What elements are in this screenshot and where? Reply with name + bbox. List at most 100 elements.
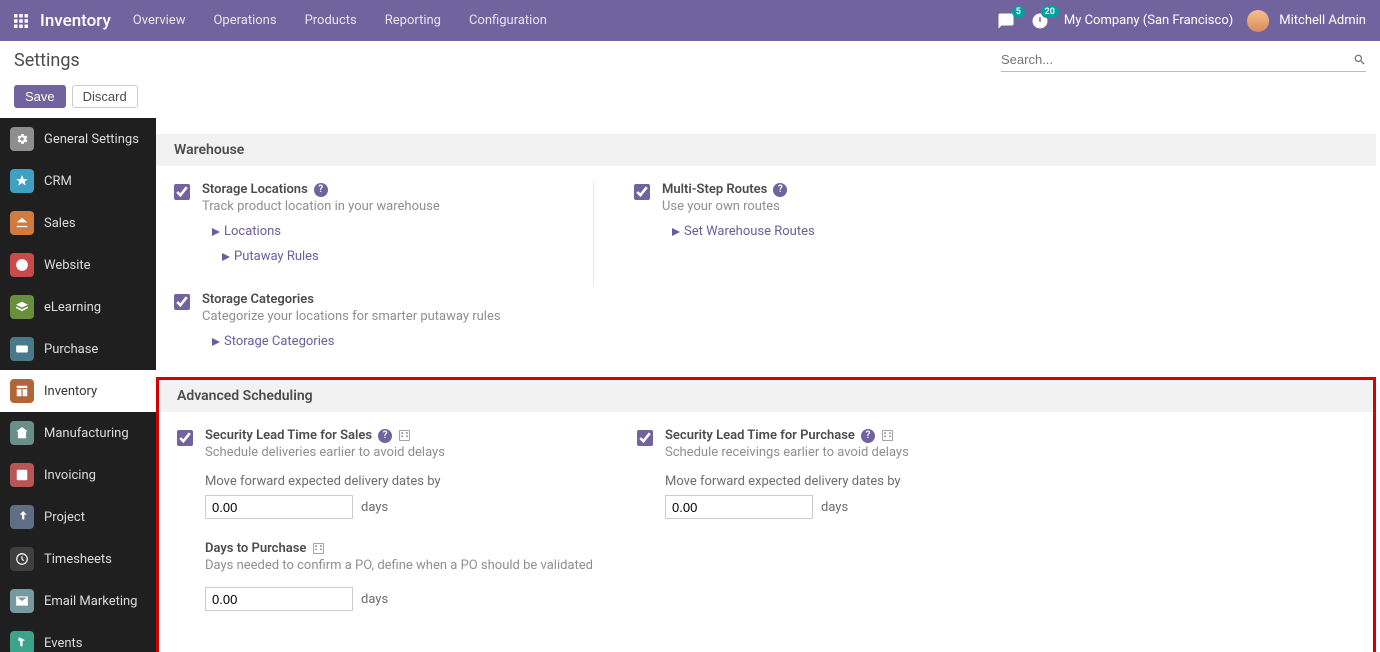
storage-locations-label: Storage Locations (202, 182, 308, 197)
action-bar: Save Discard (0, 79, 1380, 118)
section-scheduling-title: Advanced Scheduling (159, 380, 1373, 412)
topbar: Inventory Overview Operations Products R… (0, 0, 1380, 41)
sidebar-item-elearning[interactable]: eLearning (0, 286, 156, 328)
page-title: Settings (14, 50, 80, 71)
search-input[interactable] (1001, 52, 1353, 67)
sidebar-item-email-marketing[interactable]: Email Marketing (0, 580, 156, 622)
storage-categories-desc: Categorize your locations for smarter pu… (202, 309, 594, 324)
sidebar-item-inventory[interactable]: Inventory (0, 370, 156, 412)
nav-products[interactable]: Products (305, 13, 357, 28)
purchase-lead-checkbox[interactable] (637, 430, 653, 446)
sidebar-icon (10, 379, 34, 403)
days-unit: days (361, 500, 388, 515)
discard-button[interactable]: Discard (72, 85, 138, 108)
purchase-lead-helper: Move forward expected delivery dates by (665, 474, 1057, 489)
sidebar-item-label: CRM (44, 174, 72, 189)
sidebar-item-label: Events (44, 636, 82, 651)
sidebar-icon (10, 547, 34, 571)
sidebar-item-timesheets[interactable]: Timesheets (0, 538, 156, 580)
multistep-routes-label: Multi-Step Routes (662, 182, 767, 197)
search-icon[interactable] (1353, 53, 1366, 67)
sidebar-item-label: Inventory (44, 384, 97, 399)
sidebar-item-label: Sales (44, 216, 76, 231)
sales-lead-desc: Schedule deliveries earlier to avoid del… (205, 445, 597, 460)
sidebar-item-label: Website (44, 258, 91, 273)
sidebar-item-sales[interactable]: Sales (0, 202, 156, 244)
chat-badge: 5 (1012, 6, 1025, 18)
sidebar: General Settings CRM Sales Website eLearning… (0, 118, 156, 652)
multistep-routes-desc: Use your own routes (662, 199, 1054, 214)
sidebar-item-label: Purchase (44, 342, 98, 357)
highlighted-section: Advanced Scheduling Security Lead Time f… (156, 377, 1376, 652)
building-icon (398, 429, 411, 442)
sidebar-item-label: Timesheets (44, 552, 112, 567)
sidebar-icon (10, 589, 34, 613)
avatar (1247, 10, 1269, 32)
multistep-routes-checkbox[interactable] (634, 184, 650, 200)
nav-overview[interactable]: Overview (133, 13, 186, 28)
subhead: Settings (0, 41, 1380, 79)
putaway-rules-link[interactable]: Putaway Rules (222, 249, 563, 264)
sidebar-icon (10, 421, 34, 445)
days-purchase-input[interactable] (205, 587, 353, 611)
arrow-right-icon (672, 228, 680, 236)
building-icon (312, 542, 325, 555)
help-icon[interactable]: ? (314, 183, 328, 197)
sidebar-item-label: Project (44, 510, 85, 525)
apps-icon[interactable] (14, 14, 28, 28)
sidebar-icon (10, 169, 34, 193)
sidebar-icon (10, 295, 34, 319)
locations-link[interactable]: Locations (212, 224, 563, 239)
save-button[interactable]: Save (14, 85, 66, 108)
activity-icon[interactable]: 20 (1030, 11, 1050, 31)
activity-badge: 20 (1041, 6, 1059, 18)
sidebar-item-label: Email Marketing (44, 594, 137, 609)
app-title[interactable]: Inventory (40, 11, 111, 31)
purchase-lead-desc: Schedule receivings earlier to avoid del… (665, 445, 1057, 460)
user-menu[interactable]: Mitchell Admin (1247, 10, 1366, 32)
sidebar-icon (10, 631, 34, 652)
sidebar-icon (10, 463, 34, 487)
sales-lead-checkbox[interactable] (177, 430, 193, 446)
search-wrap (1001, 48, 1366, 72)
sidebar-item-manufacturing[interactable]: Manufacturing (0, 412, 156, 454)
days-purchase-label: Days to Purchase (205, 541, 306, 556)
storage-locations-checkbox[interactable] (174, 184, 190, 200)
sidebar-icon (10, 337, 34, 361)
sidebar-item-project[interactable]: Project (0, 496, 156, 538)
storage-categories-checkbox[interactable] (174, 294, 190, 310)
sidebar-item-purchase[interactable]: Purchase (0, 328, 156, 370)
sidebar-item-general-settings[interactable]: General Settings (0, 118, 156, 160)
company-selector[interactable]: My Company (San Francisco) (1064, 13, 1233, 28)
sidebar-item-label: eLearning (44, 300, 101, 315)
storage-categories-link[interactable]: Storage Categories (212, 334, 594, 349)
arrow-right-icon (222, 253, 230, 261)
arrow-right-icon (212, 228, 220, 236)
sidebar-item-invoicing[interactable]: Invoicing (0, 454, 156, 496)
nav-operations[interactable]: Operations (213, 13, 276, 28)
set-warehouse-routes-link[interactable]: Set Warehouse Routes (672, 224, 1054, 239)
nav-reporting[interactable]: Reporting (385, 13, 441, 28)
days-unit: days (821, 500, 848, 515)
sidebar-item-crm[interactable]: CRM (0, 160, 156, 202)
help-icon[interactable]: ? (378, 429, 392, 443)
help-icon[interactable]: ? (773, 183, 787, 197)
chat-icon[interactable]: 5 (996, 11, 1016, 31)
days-unit: days (361, 592, 388, 607)
sales-lead-label: Security Lead Time for Sales (205, 428, 372, 443)
purchase-lead-input[interactable] (665, 495, 813, 519)
building-icon (881, 429, 894, 442)
storage-categories-label: Storage Categories (202, 292, 314, 307)
sidebar-item-label: Invoicing (44, 468, 96, 483)
nav-configuration[interactable]: Configuration (469, 13, 547, 28)
section-warehouse-title: Warehouse (156, 134, 1376, 166)
sidebar-icon (10, 211, 34, 235)
help-icon[interactable]: ? (861, 429, 875, 443)
days-purchase-desc: Days needed to confirm a PO, define when… (205, 558, 597, 573)
sidebar-item-website[interactable]: Website (0, 244, 156, 286)
user-name: Mitchell Admin (1279, 13, 1366, 28)
sales-lead-input[interactable] (205, 495, 353, 519)
content: Warehouse Storage Locations ? Track prod… (156, 118, 1380, 652)
storage-locations-desc: Track product location in your warehouse (202, 199, 563, 214)
sales-lead-helper: Move forward expected delivery dates by (205, 474, 597, 489)
